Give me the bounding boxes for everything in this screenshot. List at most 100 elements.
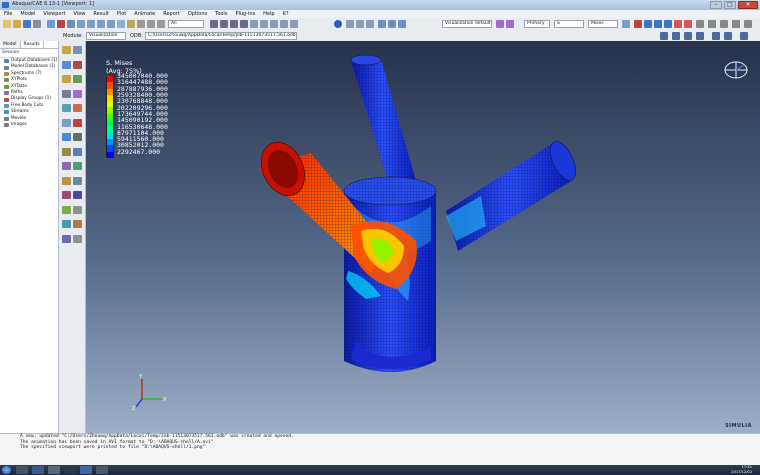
create-path-icon[interactable] [62,147,71,156]
perspective-icon[interactable] [366,20,374,28]
display-group-icon[interactable] [210,20,218,28]
material-orientation-icon[interactable] [684,20,692,28]
probe-values-icon[interactable] [62,234,71,243]
plot-undeformed-icon[interactable] [62,46,71,54]
maximize-button[interactable]: □ [724,1,736,9]
stream-manager-icon[interactable] [73,191,82,199]
menu-view[interactable]: View [70,11,90,17]
grid-icon[interactable] [346,20,354,28]
translucency-icon[interactable] [356,20,364,28]
previous-frame-icon[interactable] [672,32,680,40]
auto-fit-icon[interactable] [107,20,115,28]
menu-options[interactable]: Options [184,11,211,17]
taskbar-browser-icon[interactable] [32,466,44,474]
menu-model[interactable]: Model [16,11,39,17]
triad-icon[interactable] [378,20,386,28]
box-zoom-icon[interactable] [97,20,105,28]
odb-select[interactable]: C:/Users/Zhouwq/AppData/Local/Temp/Job-1… [145,32,297,40]
remove-icon[interactable] [240,20,248,28]
primary-select[interactable]: Primary [524,20,550,28]
menu-animate[interactable]: Animate [130,11,159,17]
legend-icon[interactable] [388,20,396,28]
color-code-icon[interactable] [398,20,406,28]
open-icon[interactable] [13,20,21,28]
tab-model[interactable]: Model [0,41,21,48]
animate-scale-icon[interactable] [62,89,71,98]
stress-linearization-icon[interactable] [73,234,82,243]
mises-select[interactable]: Mises [588,20,618,28]
taskbar-abaqus-icon[interactable] [80,466,92,474]
select-arrow-icon[interactable] [57,20,65,28]
first-frame-icon[interactable] [660,32,668,40]
module-select[interactable]: Visualization [86,32,126,40]
cycle-views-icon[interactable] [117,20,125,28]
view-manager-icon[interactable] [127,20,135,28]
common-plot-options-icon[interactable] [73,104,82,112]
create-xy-data-icon[interactable] [62,133,71,141]
rotate-icon[interactable] [77,20,85,28]
minimize-button[interactable]: – [710,1,722,9]
step-frame-icon[interactable] [496,20,504,28]
next-frame-icon[interactable] [696,32,704,40]
common-options-icon[interactable] [644,20,652,28]
display-group-create-icon[interactable] [62,176,71,185]
viewport-2-button[interactable] [708,20,716,28]
animate-time-icon[interactable] [73,89,82,98]
plot-contours-icon[interactable] [62,60,71,69]
menu-viewport[interactable]: Viewport [39,11,69,17]
session-row[interactable]: Session [0,49,58,58]
viewport-3-button[interactable] [720,20,728,28]
taskbar-folder-icon[interactable] [96,466,108,474]
field-output-icon[interactable] [506,20,514,28]
frame-selector-icon[interactable] [724,32,732,40]
add-icon[interactable] [230,20,238,28]
play-icon[interactable] [684,32,692,40]
display-group-manager-icon[interactable] [73,176,82,185]
color-mapping-icon[interactable] [62,220,71,228]
menu-k[interactable]: K? [279,11,293,17]
query-icon[interactable] [334,20,342,28]
animate-harmonic-icon[interactable] [62,104,71,112]
path-manager-icon[interactable] [73,147,82,156]
odb-display-options-icon[interactable] [62,118,71,127]
menu-plot[interactable]: Plot [113,11,130,17]
last-frame-icon[interactable] [712,32,720,40]
render-style-icon[interactable] [250,20,258,28]
step-select[interactable]: All [168,20,204,28]
replace-icon[interactable] [220,20,228,28]
menu-report[interactable]: Report [159,11,184,17]
plot-symbols-icon[interactable] [73,60,82,69]
view-cut-icon[interactable] [62,162,71,170]
viewport-5-button[interactable] [744,20,752,28]
taskbar-cmd-icon[interactable] [64,466,76,474]
contour-options-icon[interactable] [634,20,642,28]
new-icon[interactable] [3,20,11,28]
view-cut-manager-icon[interactable] [73,162,82,170]
print-icon[interactable] [33,20,41,28]
taskbar-explorer-icon[interactable] [16,466,28,474]
tab-results[interactable]: Results [20,41,44,48]
top-view-icon[interactable] [157,20,165,28]
menu-file[interactable]: File [0,11,16,17]
animation-options-icon[interactable] [740,32,748,40]
taskbar-app-icon[interactable] [48,466,60,474]
field-options-icon[interactable] [622,20,630,28]
filled-icon[interactable] [280,20,288,28]
front-view-icon[interactable] [147,20,155,28]
superimpose-icon[interactable] [654,20,662,28]
viewport-1-button[interactable] [696,20,704,28]
iso-view-icon[interactable] [137,20,145,28]
menu-plug-ins[interactable]: Plug-ins [231,11,259,17]
plot-deformed-icon[interactable] [73,46,82,54]
menu-help[interactable]: Help [259,11,278,17]
symbol-plot-icon[interactable] [674,20,682,28]
close-button[interactable]: ✕ [738,1,758,9]
plot-material-orient-icon[interactable] [62,75,71,83]
superimpose-options-icon[interactable] [73,118,82,127]
hidden-line-icon[interactable] [270,20,278,28]
create-stream-icon[interactable] [62,191,71,199]
wireframe-icon[interactable] [260,20,268,28]
tree-item[interactable]: Images [0,122,58,128]
pan-icon[interactable] [67,20,75,28]
viewport-icon[interactable] [47,20,55,28]
